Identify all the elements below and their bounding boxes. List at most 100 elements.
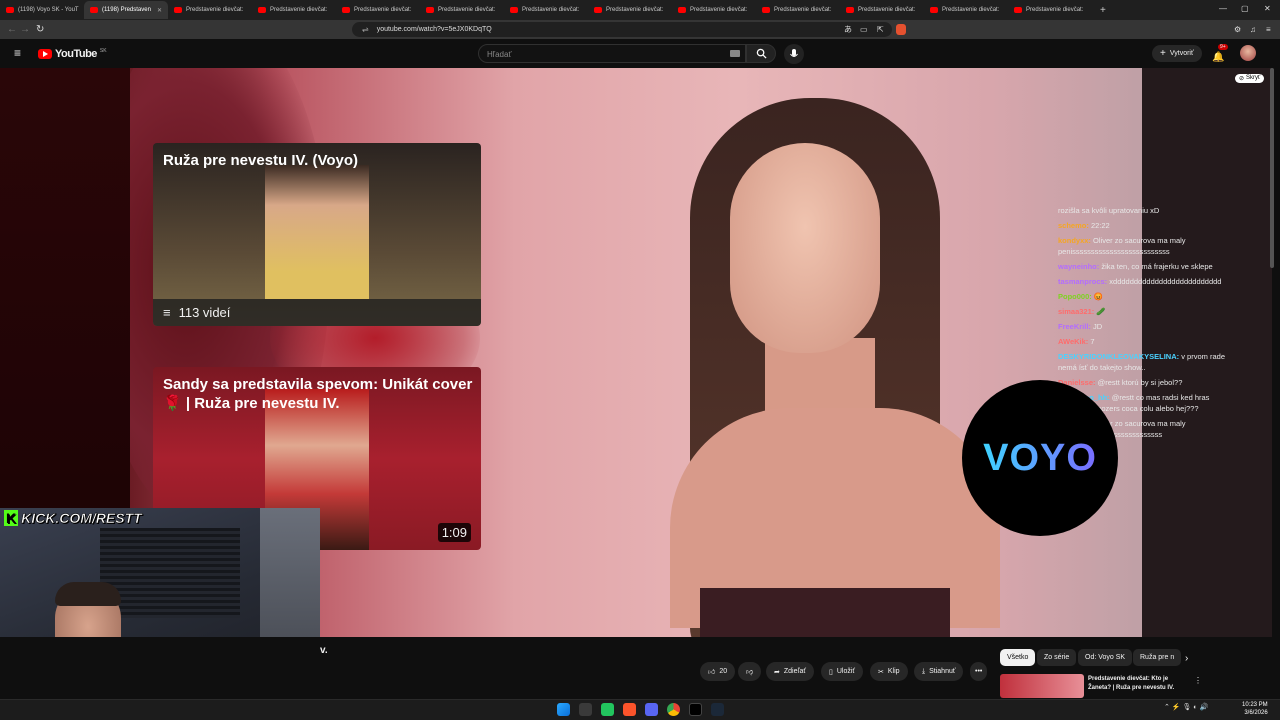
voice-search-button[interactable] [784,44,804,64]
blinds-shape [100,528,240,618]
tab-label: Predstavenie dievčat: [354,7,412,13]
browser-tab[interactable]: Predstavenie dievčat: [672,1,756,19]
address-bar-row: ← → ↻ ▯ ⇌ youtube.com/watch?v=5eJX0KDqTQ… [0,20,1280,39]
browser-tab[interactable]: Predstavenie dievčat: [840,1,924,19]
browser-tab[interactable]: Predstavenie dievčat: [756,1,840,19]
more-icon: ••• [975,668,983,675]
browser-tab[interactable]: Predstavenie dievčat: [420,1,504,19]
hide-chat-button[interactable]: ⊘ Skryť [1235,74,1265,83]
youtube-favicon-icon [678,7,686,13]
music-icon[interactable]: ♫ [1250,25,1256,34]
search-input[interactable]: Hľadať [478,44,746,63]
chat-message: Popo000: 😡 [1058,291,1228,302]
menu-icon[interactable]: ≡ [1266,25,1271,34]
reload-icon[interactable]: ↻ [36,24,44,35]
filter-chip[interactable]: Od: Voyo SK [1078,649,1133,666]
like-button[interactable]: 👍︎ 20 [700,662,736,681]
dislike-button[interactable]: 👎︎ [738,662,762,681]
brave-shield-icon[interactable] [896,24,906,35]
hamburger-menu-icon[interactable]: ≡ [14,46,21,60]
tab-label: Predstavenie dievčat: [690,7,748,13]
browser-tab[interactable]: Predstavenie dievčat: [168,1,252,19]
youtube-logo[interactable]: YouTube SK [38,48,107,60]
youtube-favicon-icon [510,7,518,13]
keyboard-icon[interactable] [730,50,740,57]
youtube-header: ≡ YouTube SK Hľadať + Vytvoriť 🔔 9+ [0,39,1280,68]
close-tab-icon[interactable]: ✕ [157,7,162,14]
chat-username: AWeKik: [1058,337,1089,346]
chat-username: kondyxx: [1058,236,1091,245]
page-scrollbar[interactable] [1270,68,1274,268]
screenshot-icon[interactable]: ▭ [860,25,868,34]
more-actions-button[interactable]: ••• [970,662,988,681]
browser-tab[interactable]: Predstavenie dievčat: [252,1,336,19]
tab-label: Predstavenie dievčat: [858,7,916,13]
back-icon[interactable]: ← [7,24,17,35]
chat-username: DESKYRIDONKLEOVAKYSELINA: [1058,352,1180,361]
tab-label: Predstavenie dievčat: [1026,7,1084,13]
extensions-icon[interactable]: ⚙ [1234,25,1241,34]
forward-icon[interactable]: → [20,24,30,35]
video-card-title: Sandy sa predstavila spevom: Unikát cove… [163,376,473,412]
browser-tab[interactable]: Predstavenie dievčat: [924,1,1008,19]
create-button[interactable]: + Vytvoriť [1152,45,1202,62]
discord-icon[interactable] [645,703,658,716]
system-clock[interactable]: 10:23 PM 3/6/2026 [1242,701,1268,717]
youtube-wordmark: YouTube [55,48,97,60]
clip-button[interactable]: ✂ Klip [870,662,908,681]
browser-tab[interactable]: Predstavenie dievčat: [588,1,672,19]
filter-chip[interactable]: Ruža pre n [1133,649,1182,666]
chat-message: tasmanprocs: xdddddddddddddddddddddddddd [1058,276,1228,287]
kebab-menu-icon[interactable]: ⋮ [1194,676,1202,685]
x-app-icon[interactable] [689,703,702,716]
chat-text: JD [1093,322,1103,331]
site-info-icon[interactable]: ⇌ [362,25,369,34]
save-button[interactable]: ▯ Uložiť [821,662,864,681]
hide-label: Skryť [1246,75,1261,81]
browser-tab[interactable]: Predstavenie dievčat: [1008,1,1092,19]
dress-shape [700,588,950,637]
share-page-icon[interactable]: ⇱ [877,25,884,34]
chat-message: schemo: 22:22 [1058,220,1228,231]
minimize-icon[interactable]: — [1219,4,1227,13]
share-button[interactable]: ➦ Zdieľať [766,662,815,681]
clip-label: Klip [887,668,900,675]
save-label: Uložiť [836,668,856,675]
suggested-video[interactable]: Predstavenie dievčat: Kto je Žaneta? | R… [1000,674,1202,698]
browser-tab[interactable]: Predstavenie dievčat: [504,1,588,19]
thumbs-up-icon: 👍︎ [708,669,716,676]
suggested-title: Predstavenie dievčat: Kto je Žaneta? | R… [1088,676,1175,691]
brave-browser-icon[interactable] [623,703,636,716]
playlist-icon: ≡ [163,305,171,320]
browser-tab[interactable]: (1198) Predstaven ✕ [84,1,168,19]
share-icon: ➦ [774,668,780,676]
system-tray-icons[interactable]: ⌃ ⚡ 🎙 ◐ 🔊 [1164,703,1208,711]
playlist-card[interactable]: Ruža pre nevestu IV. (Voyo) ≡ 113 videí [153,143,481,326]
close-window-icon[interactable]: ✕ [1264,4,1271,13]
tab-label: (1198) Predstaven [102,7,151,13]
filter-chip[interactable]: Zo série [1037,649,1077,666]
chat-username: schemo: [1058,221,1089,230]
windows-start-icon[interactable] [557,703,570,716]
maximize-icon[interactable]: ▢ [1241,4,1249,13]
chat-message: Danielsse: @restt ktorú by si jebol?? [1058,377,1228,388]
chevron-right-icon[interactable]: › [1185,653,1188,664]
scissors-icon: ✂ [878,668,884,676]
new-tab-button[interactable]: + [1100,5,1106,16]
browser-tab[interactable]: Predstavenie dievčat: [336,1,420,19]
translate-icon[interactable]: あ [844,24,852,35]
url-field[interactable]: ⇌ youtube.com/watch?v=5eJX0KDqTQ [352,22,892,37]
browser-tab[interactable]: (1198) Voyo SK - YouT [0,1,84,19]
app-green-icon[interactable] [601,703,614,716]
download-button[interactable]: ⤓ Stiahnuť [914,662,964,681]
notifications-button[interactable]: 🔔 9+ [1212,44,1228,65]
notification-badge: 9+ [1218,44,1228,50]
microphone-icon [790,48,798,57]
search-button[interactable] [746,44,776,63]
avatar[interactable] [1240,45,1256,61]
chat-username: FreeKrill: [1058,322,1091,331]
chrome-icon[interactable] [667,703,680,716]
steam-icon[interactable] [711,703,724,716]
filter-chip[interactable]: Všetko [1000,649,1036,666]
task-view-icon[interactable] [579,703,592,716]
